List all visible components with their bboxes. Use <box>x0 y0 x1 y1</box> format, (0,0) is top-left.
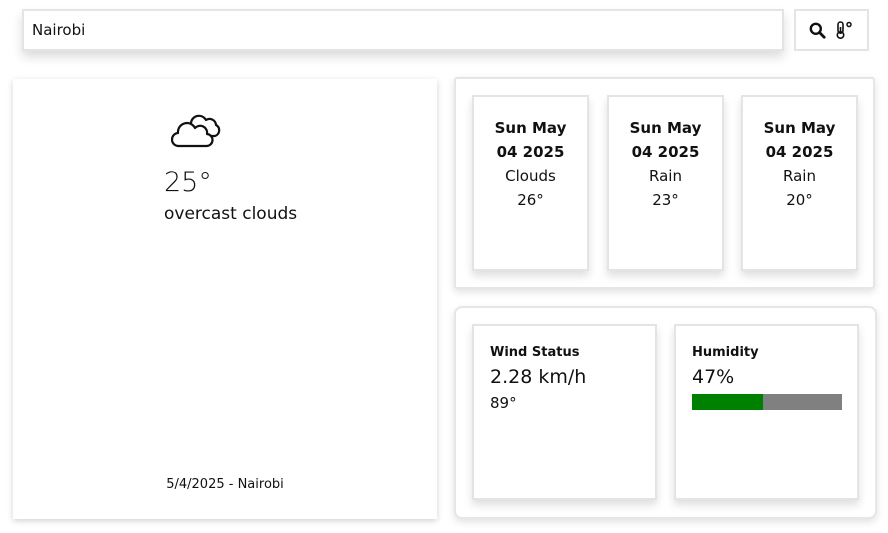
forecast-date: 04 2025 <box>496 143 565 161</box>
forecast-date: 04 2025 <box>765 143 834 161</box>
forecast-date: Sun May <box>629 119 702 137</box>
details-panel: Wind Status 2.28 km/h 89° Humidity 47% <box>454 306 877 519</box>
humidity-bar <box>692 394 842 410</box>
forecast-condition: Rain <box>783 167 816 185</box>
forecast-temperature: 20° <box>786 191 813 209</box>
date-location-label: 5/4/2025 - Nairobi <box>166 477 284 492</box>
weather-description: overcast clouds <box>164 204 298 224</box>
wind-speed: 2.28 km/h <box>490 366 587 388</box>
forecast-card: Sun May 04 2025 Rain 20° <box>741 95 858 271</box>
wind-direction: 89° <box>490 394 517 412</box>
wind-status-title: Wind Status <box>490 345 580 360</box>
forecast-card: Sun May 04 2025 Rain 23° <box>607 95 724 271</box>
current-weather-card: 25° overcast clouds 5/4/2025 - Nairobi <box>13 79 437 519</box>
forecast-condition: Clouds <box>505 167 556 185</box>
humidity-bar-fill <box>692 394 763 410</box>
forecast-temperature: 26° <box>517 191 544 209</box>
forecast-date: 04 2025 <box>631 143 700 161</box>
forecast-card: Sun May 04 2025 Clouds 26° <box>472 95 589 271</box>
humidity-title: Humidity <box>692 345 759 360</box>
forecast-date: Sun May <box>763 119 836 137</box>
search-input[interactable] <box>22 9 784 51</box>
cloudy-icon <box>170 113 223 153</box>
current-temperature: 25° <box>164 167 212 198</box>
forecast-temperature: 23° <box>652 191 679 209</box>
search-toolbar <box>794 9 869 51</box>
forecast-condition: Rain <box>649 167 682 185</box>
humidity-card: Humidity 47% <box>674 324 859 500</box>
forecast-panel: Sun May 04 2025 Clouds 26° Sun May 04 20… <box>454 77 875 289</box>
forecast-date: Sun May <box>494 119 567 137</box>
humidity-value: 47% <box>692 366 735 388</box>
wind-status-card: Wind Status 2.28 km/h 89° <box>472 324 657 500</box>
search-icon[interactable] <box>809 22 826 39</box>
thermometer-degree-icon[interactable] <box>834 20 854 40</box>
